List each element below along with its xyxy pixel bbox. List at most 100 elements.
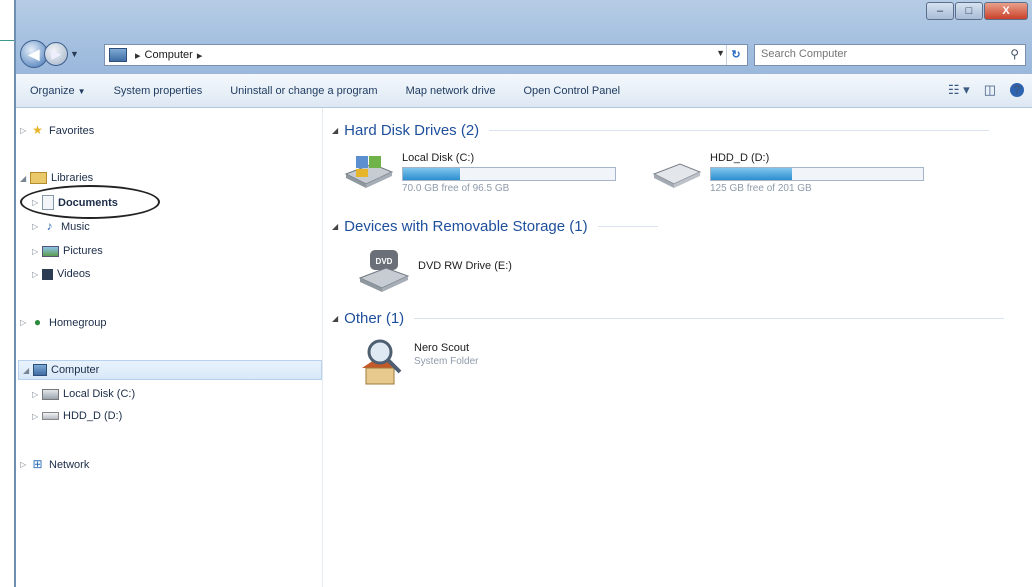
group-divider <box>414 318 1005 319</box>
nav-item-pictures[interactable]: ▷ Pictures <box>32 245 103 257</box>
nav-item-local-disk[interactable]: ▷ Local Disk (C:) <box>32 388 135 400</box>
folder-icon <box>30 172 47 184</box>
group-divider <box>597 226 658 227</box>
videos-icon <box>42 268 53 280</box>
expand-arrow-icon[interactable]: ▷ <box>20 126 30 135</box>
item-nero-scout[interactable]: Nero Scout System Folder <box>358 338 478 386</box>
nav-item-favorites[interactable]: ▷ ★ Favorites <box>20 124 94 137</box>
breadcrumb-computer[interactable]: Computer <box>145 49 193 61</box>
network-icon: ⊞ <box>32 457 43 471</box>
expand-arrow-icon[interactable]: ▷ <box>32 412 42 421</box>
hard-disk-icon <box>42 388 59 400</box>
nav-label: Music <box>61 220 90 233</box>
group-hard-disk-drives[interactable]: ◢ Hard Disk Drives (2) <box>332 122 990 139</box>
usage-bar-fill <box>403 168 461 180</box>
item-name: Nero Scout <box>414 342 470 354</box>
usage-bar-fill <box>711 168 792 180</box>
expand-arrow-icon[interactable]: ▷ <box>32 247 42 256</box>
drive-free-space: 70.0 GB free of 96.5 GB <box>402 183 510 194</box>
group-heading: Devices with Removable Storage (1) <box>344 218 588 235</box>
group-removable-storage[interactable]: ◢ Devices with Removable Storage (1) <box>332 218 658 235</box>
nav-label: Network <box>49 458 90 471</box>
explorer-window: – □ X ◀ ▶ ▼ ▸ Computer ▸ ▼ ↻ ⚲ Organize▼… <box>14 0 1032 587</box>
star-icon: ★ <box>32 123 43 137</box>
nav-item-network[interactable]: ▷ ⊞ Network <box>20 458 89 471</box>
search-icon[interactable]: ⚲ <box>1010 47 1019 61</box>
group-other[interactable]: ◢ Other (1) <box>332 310 1005 327</box>
map-network-drive-button[interactable]: Map network drive <box>392 85 510 97</box>
group-heading: Other (1) <box>344 310 405 327</box>
uninstall-program-button[interactable]: Uninstall or change a program <box>216 85 391 97</box>
computer-icon <box>109 48 127 62</box>
nav-label: Homegroup <box>49 316 107 329</box>
nav-label: Libraries <box>51 172 94 184</box>
system-properties-button[interactable]: System properties <box>100 85 217 97</box>
breadcrumb-separator[interactable]: ▸ <box>197 49 203 62</box>
breadcrumb-separator[interactable]: ▸ <box>135 49 141 62</box>
nav-label: Computer <box>51 364 100 376</box>
expand-arrow-icon[interactable]: ▷ <box>20 318 30 327</box>
navigation-pane: ▷ ★ Favorites ◢ Libraries ▷ Documents ▷ … <box>16 108 323 587</box>
collapse-arrow-icon[interactable]: ◢ <box>332 222 338 231</box>
nav-label: Videos <box>57 268 91 280</box>
item-type: System Folder <box>414 356 479 367</box>
group-heading: Hard Disk Drives (2) <box>344 122 480 139</box>
hard-disk-icon <box>342 152 394 188</box>
hard-disk-icon <box>650 152 702 188</box>
nero-scout-icon <box>358 338 406 386</box>
nav-item-homegroup[interactable]: ▷ ● Homegroup <box>20 316 106 329</box>
computer-icon <box>33 364 47 376</box>
preview-pane-icon[interactable]: ◫ <box>984 82 996 98</box>
nav-label: Pictures <box>63 245 103 257</box>
expand-arrow-icon[interactable]: ▷ <box>32 222 42 231</box>
drive-name: HDD_D (D:) <box>710 152 770 164</box>
maximize-button[interactable]: □ <box>955 2 983 20</box>
dvd-logo-text: DVD <box>376 257 393 266</box>
music-icon: ♪ <box>46 219 53 233</box>
address-dropdown-icon[interactable]: ▼ <box>716 48 725 58</box>
nav-item-videos[interactable]: ▷ Videos <box>32 268 90 280</box>
drive-hdd-d[interactable]: HDD_D (D:) 125 GB free of 201 GB <box>650 152 924 194</box>
minimize-button[interactable]: – <box>926 2 954 20</box>
forward-button[interactable]: ▶ <box>44 42 68 66</box>
content-pane: ◢ Hard Disk Drives (2) Local Disk (C:) 7… <box>332 108 1032 587</box>
group-divider <box>489 130 990 131</box>
search-box[interactable]: ⚲ <box>754 44 1026 66</box>
nav-item-libraries[interactable]: ◢ Libraries <box>20 172 93 184</box>
hard-disk-icon <box>42 412 59 420</box>
drive-free-space: 125 GB free of 201 GB <box>710 183 812 194</box>
collapse-arrow-icon[interactable]: ◢ <box>23 366 33 375</box>
nav-label: HDD_D (D:) <box>63 410 123 422</box>
drive-dvd[interactable]: DVD DVD RW Drive (E:) <box>358 248 512 294</box>
organize-button[interactable]: Organize ▼ <box>16 85 100 97</box>
expand-arrow-icon[interactable]: ▷ <box>20 460 30 469</box>
drive-name: Local Disk (C:) <box>402 152 475 164</box>
collapse-arrow-icon[interactable]: ◢ <box>20 174 30 183</box>
recent-pages-dropdown[interactable]: ▼ <box>70 49 79 59</box>
expand-arrow-icon[interactable]: ▷ <box>32 270 42 279</box>
help-icon[interactable]: ? <box>1010 83 1024 97</box>
nav-label: Favorites <box>49 124 95 137</box>
usage-bar <box>402 167 616 181</box>
window-chrome: – □ X ◀ ▶ ▼ ▸ Computer ▸ ▼ ↻ ⚲ <box>16 0 1032 74</box>
left-edge-strip <box>0 0 14 41</box>
nav-item-computer[interactable]: ◢ Computer <box>18 360 322 380</box>
change-view-icon[interactable]: ☷ ▾ <box>948 82 970 98</box>
navigation-buttons: ◀ ▶ ▼ <box>20 40 79 68</box>
nav-item-music[interactable]: ▷ ♪ Music <box>32 220 90 233</box>
search-input[interactable] <box>755 45 997 63</box>
drive-local-disk[interactable]: Local Disk (C:) 70.0 GB free of 96.5 GB <box>342 152 616 194</box>
usage-bar <box>710 167 924 181</box>
collapse-arrow-icon[interactable]: ◢ <box>332 314 338 323</box>
homegroup-icon: ● <box>33 315 42 329</box>
close-button[interactable]: X <box>984 2 1028 20</box>
nav-item-hdd-d[interactable]: ▷ HDD_D (D:) <box>32 410 122 422</box>
chevron-down-icon: ▼ <box>77 86 86 96</box>
address-bar[interactable]: ▸ Computer ▸ ▼ ↻ <box>104 44 748 66</box>
refresh-icon[interactable]: ↻ <box>726 45 745 65</box>
toolbar-right: ☷ ▾ ◫ ? <box>934 82 1024 98</box>
open-control-panel-button[interactable]: Open Control Panel <box>509 85 634 97</box>
dvd-drive-icon: DVD <box>358 248 410 294</box>
collapse-arrow-icon[interactable]: ◢ <box>332 126 338 135</box>
expand-arrow-icon[interactable]: ▷ <box>32 390 42 399</box>
